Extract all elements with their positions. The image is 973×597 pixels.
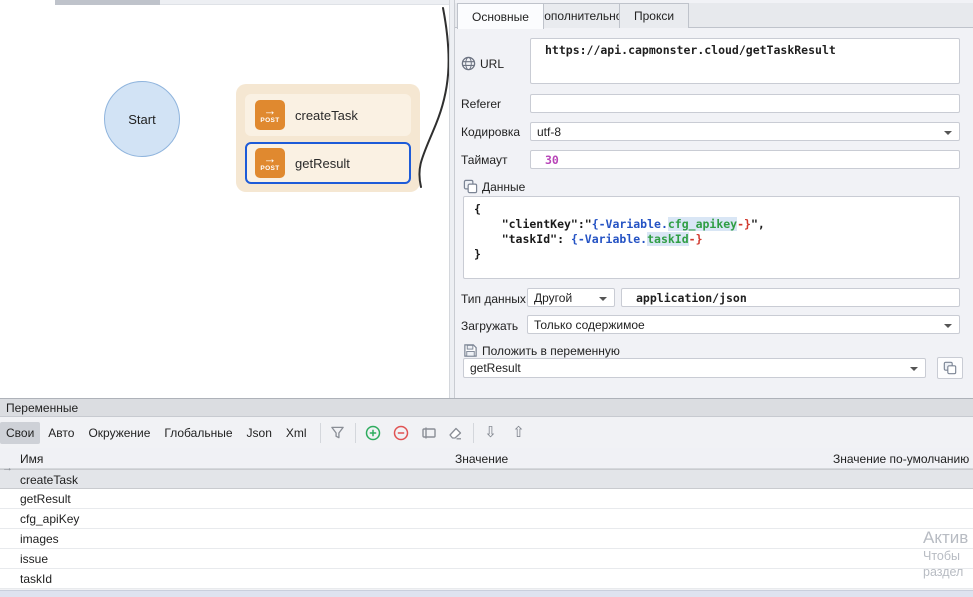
- plus-circle-icon: [365, 425, 381, 441]
- selected-row-arrow-icon: →: [2, 462, 13, 474]
- copy-pages-icon: [463, 179, 478, 194]
- arrow-right-icon: →: [264, 153, 277, 165]
- remove-variable-button[interactable]: [389, 422, 413, 444]
- eraser-icon: [447, 425, 463, 441]
- chevron-down-icon: [944, 131, 952, 135]
- toolbar-separator: [320, 423, 321, 443]
- arrow-right-icon: →: [264, 105, 277, 117]
- rename-box-icon: [421, 425, 437, 441]
- post-method-icon: → POST: [255, 148, 285, 178]
- action-getresult[interactable]: → POST getResult: [245, 142, 411, 184]
- action-group[interactable]: → POST createTask → POST getResult: [236, 84, 420, 192]
- status-strip: [0, 590, 973, 597]
- funnel-filter-icon: [330, 425, 345, 440]
- chevron-down-icon: [910, 367, 918, 371]
- column-header-default[interactable]: Значение по-умолчанию: [833, 448, 969, 469]
- data-label: Данные: [463, 179, 525, 194]
- down-arrow-icon: ⇩: [484, 425, 497, 440]
- tab-main[interactable]: Основные: [457, 3, 544, 29]
- encoding-select[interactable]: utf-8: [530, 122, 960, 141]
- data-textarea[interactable]: { "clientKey":"{-Variable.cfg_apikey-}",…: [463, 196, 960, 279]
- data-type-label: Тип данных: [461, 292, 526, 306]
- app-window: Start → POST createTask → POST getResult: [0, 0, 973, 597]
- variables-table: Имя Значение Значение по-умолчанию creat…: [0, 448, 973, 589]
- method-label: POST: [260, 165, 279, 173]
- timeout-input[interactable]: 30: [530, 150, 960, 169]
- content-type-input[interactable]: application/json: [621, 288, 960, 307]
- floppy-save-icon: [463, 343, 478, 358]
- tab-label: Прокси: [634, 9, 674, 23]
- canvas-horizontal-scrollbar[interactable]: [55, 0, 449, 5]
- toolbar-separator: [473, 423, 474, 443]
- inspector-tabbar: Основные Дополнительно Прокси: [455, 3, 973, 28]
- move-up-button[interactable]: ⇧: [507, 422, 531, 444]
- start-node[interactable]: Start: [104, 81, 180, 157]
- referer-label: Referer: [461, 97, 501, 111]
- method-label: POST: [260, 117, 279, 125]
- filter-button[interactable]: [326, 422, 350, 444]
- rename-variable-button[interactable]: [417, 422, 441, 444]
- vars-tab-json[interactable]: Json: [241, 422, 278, 444]
- url-label: URL: [461, 56, 504, 71]
- variables-panel-title: Переменные: [0, 399, 973, 417]
- globe-www-icon: [461, 56, 476, 71]
- vars-tab-xml[interactable]: Xml: [280, 422, 313, 444]
- canvas-scrollbar-thumb[interactable]: [55, 0, 160, 5]
- clear-values-button[interactable]: [443, 422, 467, 444]
- put-variable-label: Положить в переменную: [463, 343, 620, 358]
- move-down-button[interactable]: ⇩: [479, 422, 503, 444]
- variables-panel: Переменные Свои Авто Окружение Глобальны…: [0, 398, 973, 597]
- table-row[interactable]: images: [0, 529, 973, 549]
- tab-label: Основные: [472, 10, 529, 24]
- vars-tab-auto[interactable]: Авто: [42, 422, 80, 444]
- table-row[interactable]: getResult: [0, 489, 973, 509]
- encoding-label: Кодировка: [461, 125, 520, 139]
- chevron-down-icon: [599, 297, 607, 301]
- minus-circle-icon: [393, 425, 409, 441]
- tab-proxy[interactable]: Прокси: [619, 3, 689, 28]
- add-variable-button[interactable]: [361, 422, 385, 444]
- load-label: Загружать: [461, 319, 518, 333]
- table-row[interactable]: cfg_apiKey: [0, 509, 973, 529]
- connector-curve: [0, 0, 449, 398]
- action-label: createTask: [295, 108, 358, 123]
- chevron-down-icon: [944, 324, 952, 328]
- copy-pages-icon: [943, 361, 957, 375]
- start-node-label: Start: [128, 112, 155, 127]
- table-header: Имя Значение Значение по-умолчанию: [0, 448, 973, 469]
- copy-variable-button[interactable]: [937, 357, 963, 379]
- column-header-name[interactable]: Имя: [20, 448, 43, 469]
- put-variable-select[interactable]: getResult: [463, 358, 926, 378]
- flow-canvas[interactable]: Start → POST createTask → POST getResult: [0, 0, 449, 398]
- inspector-panel: Основные Дополнительно Прокси URL https:…: [455, 0, 973, 398]
- tab-label: Дополнительно: [536, 9, 622, 23]
- load-mode-select[interactable]: Только содержимое: [527, 315, 960, 334]
- vars-tab-global[interactable]: Глобальные: [158, 422, 238, 444]
- vars-tab-environment[interactable]: Окружение: [82, 422, 156, 444]
- up-arrow-icon: ⇧: [512, 425, 525, 440]
- action-createtask[interactable]: → POST createTask: [245, 94, 411, 136]
- table-row[interactable]: taskId: [0, 569, 973, 589]
- timeout-label: Таймаут: [461, 153, 507, 167]
- url-input[interactable]: https://api.capmonster.cloud/getTaskResu…: [530, 38, 960, 84]
- data-type-select[interactable]: Другой: [527, 288, 615, 307]
- json-body-code: { "clientKey":"{-Variable.cfg_apikey-}",…: [464, 197, 959, 262]
- action-label: getResult: [295, 156, 350, 171]
- vars-tab-own[interactable]: Свои: [0, 422, 40, 444]
- referer-input[interactable]: [530, 94, 960, 113]
- post-method-icon: → POST: [255, 100, 285, 130]
- toolbar-separator: [355, 423, 356, 443]
- column-header-value[interactable]: Значение: [455, 448, 508, 469]
- variables-toolbar: Свои Авто Окружение Глобальные Json Xml: [0, 417, 973, 448]
- table-row[interactable]: issue: [0, 549, 973, 569]
- table-row[interactable]: createTask: [0, 469, 973, 489]
